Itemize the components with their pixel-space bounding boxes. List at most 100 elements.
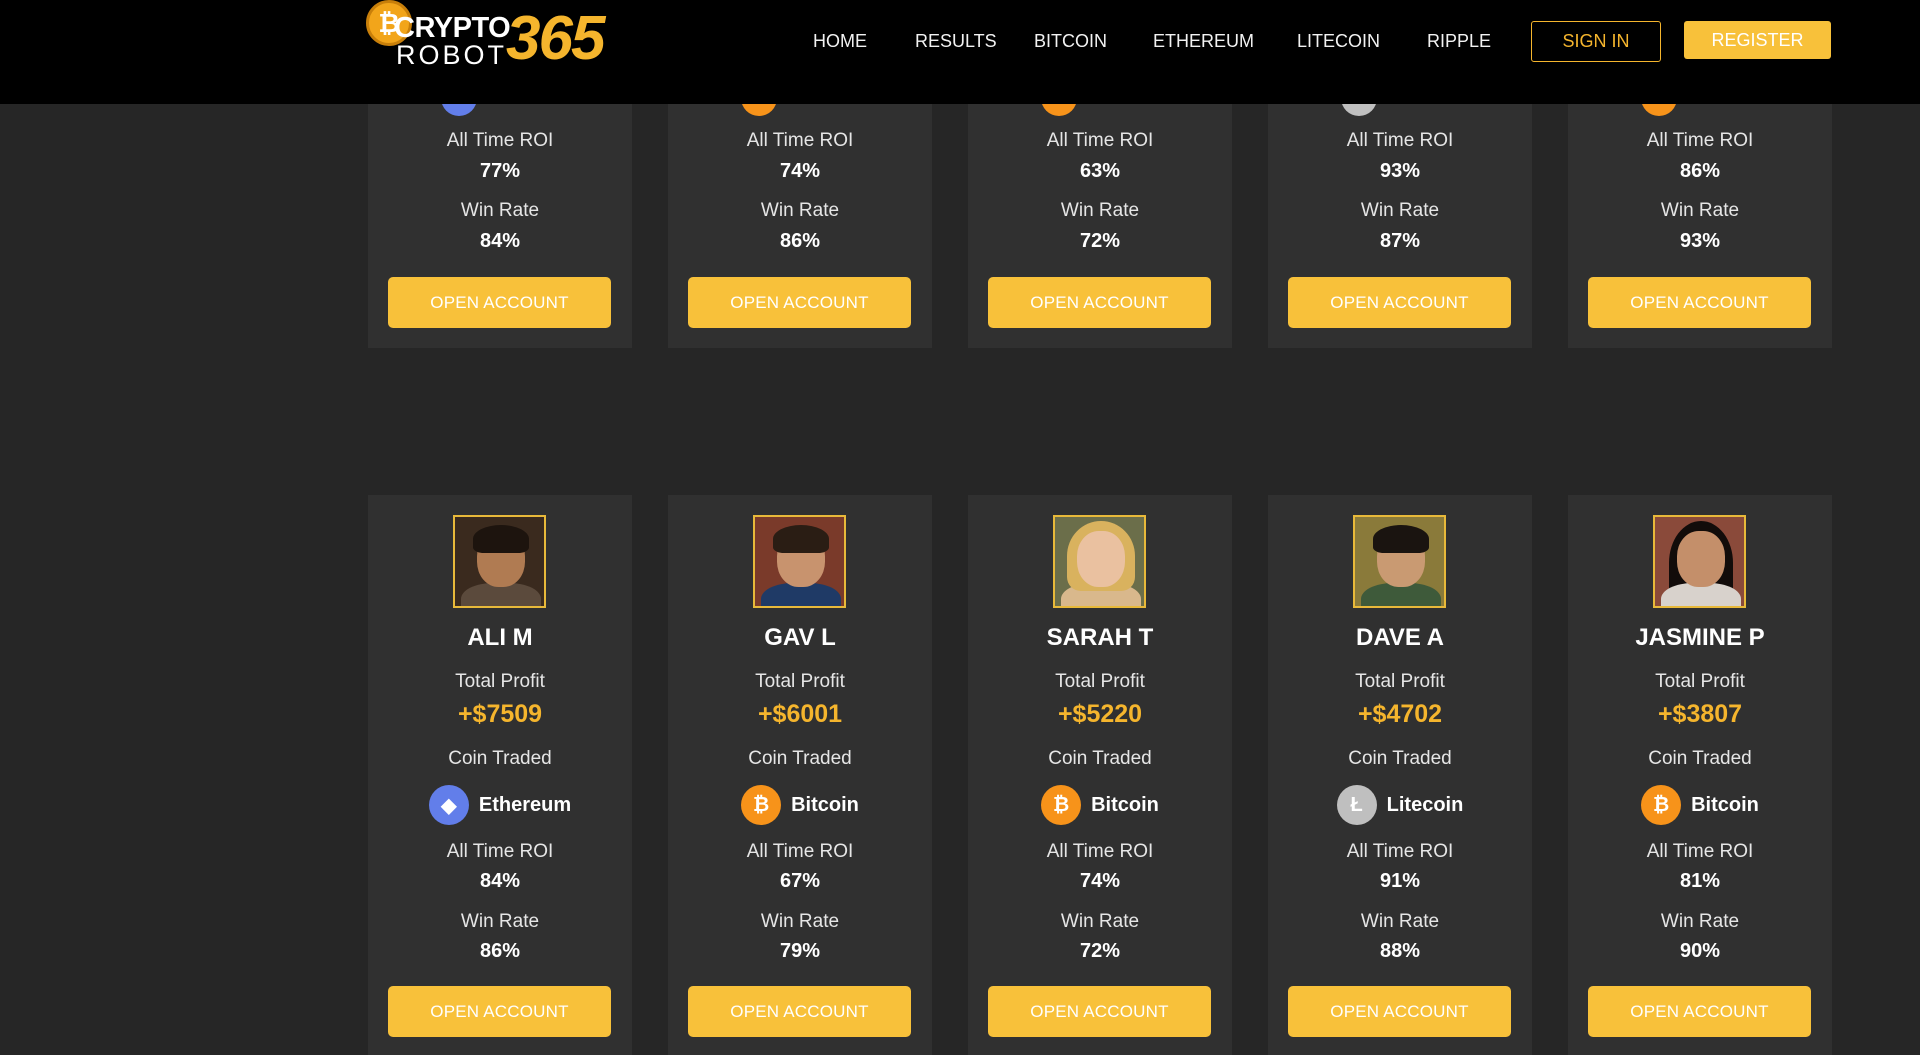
total-profit-label: Total Profit bbox=[755, 671, 845, 692]
site-header: ₿ CRYPTO ROBOT 365 HOME RESULTS BITCOIN … bbox=[0, 0, 1920, 104]
roi-label: All Time ROI bbox=[746, 130, 854, 151]
win-rate-label: Win Rate bbox=[1660, 200, 1740, 221]
trader-card: All Time ROI 86% Win Rate 93% OPEN ACCOU… bbox=[1568, 80, 1832, 348]
coin-traded-label: Coin Traded bbox=[1048, 748, 1152, 769]
coin-name: Litecoin bbox=[1386, 793, 1464, 816]
trader-card: All Time ROI 63% Win Rate 72% OPEN ACCOU… bbox=[968, 80, 1232, 348]
open-account-button[interactable]: OPEN ACCOUNT bbox=[688, 986, 911, 1037]
open-account-button[interactable]: OPEN ACCOUNT bbox=[988, 986, 1211, 1037]
trader-avatar bbox=[453, 515, 546, 608]
register-button[interactable]: REGISTER bbox=[1684, 21, 1831, 59]
win-rate-label: Win Rate bbox=[1660, 911, 1740, 932]
win-rate-value: 84% bbox=[479, 230, 521, 252]
roi-value: 74% bbox=[779, 160, 821, 182]
ethereum-icon: ◆ bbox=[428, 785, 469, 825]
trader-card-jasmine-p: JASMINE P Total Profit +$3807 Coin Trade… bbox=[1568, 495, 1832, 1055]
win-rate-label: Win Rate bbox=[1060, 200, 1140, 221]
trader-name: DAVE A bbox=[1355, 624, 1444, 651]
coin-name: Bitcoin bbox=[1091, 793, 1159, 816]
coin-traded: ₿ Bitcoin bbox=[668, 785, 932, 825]
open-account-button[interactable]: OPEN ACCOUNT bbox=[688, 277, 911, 328]
total-profit-value: +$4702 bbox=[1357, 700, 1443, 728]
trader-avatar bbox=[753, 515, 846, 608]
roi-value: 67% bbox=[779, 870, 821, 892]
trader-card-ali-m: ALI M Total Profit +$7509 Coin Traded ◆ … bbox=[368, 495, 632, 1055]
site-logo[interactable]: ₿ CRYPTO ROBOT 365 bbox=[366, 0, 606, 72]
total-profit-value: +$3807 bbox=[1657, 700, 1743, 728]
coin-traded: ₿ Bitcoin bbox=[1568, 785, 1832, 825]
roi-label: All Time ROI bbox=[746, 841, 854, 862]
roi-label: All Time ROI bbox=[1646, 130, 1754, 151]
coin-traded-label: Coin Traded bbox=[448, 748, 552, 769]
win-rate-value: 93% bbox=[1679, 230, 1721, 252]
open-account-button[interactable]: OPEN ACCOUNT bbox=[1288, 986, 1511, 1037]
trader-name: ALI M bbox=[467, 624, 533, 651]
bitcoin-icon: ₿ bbox=[1641, 785, 1682, 825]
roi-value: 74% bbox=[1079, 870, 1121, 892]
nav-home[interactable]: HOME bbox=[813, 30, 867, 52]
roi-value: 86% bbox=[1679, 160, 1721, 182]
trader-card: All Time ROI 74% Win Rate 86% OPEN ACCOU… bbox=[668, 80, 932, 348]
win-rate-label: Win Rate bbox=[1060, 911, 1140, 932]
roi-label: All Time ROI bbox=[446, 130, 554, 151]
total-profit-value: +$5220 bbox=[1057, 700, 1143, 728]
trader-card-sarah-t: SARAH T Total Profit +$5220 Coin Traded … bbox=[968, 495, 1232, 1055]
open-account-button[interactable]: OPEN ACCOUNT bbox=[1288, 277, 1511, 328]
roi-label: All Time ROI bbox=[1346, 130, 1454, 151]
total-profit-value: +$6001 bbox=[757, 700, 843, 728]
logo-text-robot: ROBOT bbox=[396, 40, 508, 70]
open-account-button[interactable]: OPEN ACCOUNT bbox=[1588, 986, 1811, 1037]
win-rate-label: Win Rate bbox=[1360, 911, 1440, 932]
win-rate-label: Win Rate bbox=[760, 911, 840, 932]
sign-in-button[interactable]: SIGN IN bbox=[1531, 21, 1661, 62]
trader-name: GAV L bbox=[764, 624, 836, 651]
trader-avatar bbox=[1653, 515, 1746, 608]
roi-value: 63% bbox=[1079, 160, 1121, 182]
win-rate-value: 79% bbox=[779, 940, 821, 962]
trader-card: All Time ROI 77% Win Rate 84% OPEN ACCOU… bbox=[368, 80, 632, 348]
total-profit-label: Total Profit bbox=[1055, 671, 1145, 692]
win-rate-value: 72% bbox=[1079, 940, 1121, 962]
win-rate-label: Win Rate bbox=[760, 200, 840, 221]
roi-value: 84% bbox=[479, 870, 521, 892]
nav-bitcoin[interactable]: BITCOIN bbox=[1034, 30, 1107, 52]
coin-traded: ₿ Bitcoin bbox=[968, 785, 1232, 825]
roi-value: 81% bbox=[1679, 870, 1721, 892]
open-account-button[interactable]: OPEN ACCOUNT bbox=[388, 986, 611, 1037]
trader-card: All Time ROI 93% Win Rate 87% OPEN ACCOU… bbox=[1268, 80, 1532, 348]
nav-ripple[interactable]: RIPPLE bbox=[1427, 30, 1491, 52]
roi-value: 77% bbox=[479, 160, 521, 182]
logo-text-number: 365 bbox=[506, 4, 605, 73]
win-rate-value: 86% bbox=[479, 940, 521, 962]
coin-traded: ◆ Ethereum bbox=[368, 785, 632, 825]
open-account-button[interactable]: OPEN ACCOUNT bbox=[388, 277, 611, 328]
nav-litecoin[interactable]: LITECOIN bbox=[1297, 30, 1380, 52]
nav-ethereum[interactable]: ETHEREUM bbox=[1153, 30, 1254, 52]
trader-name: SARAH T bbox=[1046, 624, 1154, 651]
open-account-button[interactable]: OPEN ACCOUNT bbox=[1588, 277, 1811, 328]
open-account-button[interactable]: OPEN ACCOUNT bbox=[988, 277, 1211, 328]
roi-label: All Time ROI bbox=[446, 841, 554, 862]
bitcoin-icon: ₿ bbox=[1041, 785, 1082, 825]
roi-value: 91% bbox=[1379, 870, 1421, 892]
total-profit-label: Total Profit bbox=[455, 671, 545, 692]
coin-name: Bitcoin bbox=[791, 793, 859, 816]
win-rate-value: 88% bbox=[1379, 940, 1421, 962]
roi-value: 93% bbox=[1379, 160, 1421, 182]
coin-traded-label: Coin Traded bbox=[1348, 748, 1452, 769]
trader-card-dave-a: DAVE A Total Profit +$4702 Coin Traded Ł… bbox=[1268, 495, 1532, 1055]
coin-traded: Ł Litecoin bbox=[1268, 785, 1532, 825]
coin-name: Bitcoin bbox=[1691, 793, 1759, 816]
trader-avatar bbox=[1353, 515, 1446, 608]
total-profit-label: Total Profit bbox=[1355, 671, 1445, 692]
win-rate-value: 90% bbox=[1679, 940, 1721, 962]
litecoin-icon: Ł bbox=[1336, 785, 1377, 825]
coin-traded-label: Coin Traded bbox=[748, 748, 852, 769]
win-rate-label: Win Rate bbox=[1360, 200, 1440, 221]
win-rate-value: 72% bbox=[1079, 230, 1121, 252]
trader-name: JASMINE P bbox=[1635, 624, 1765, 651]
nav-results[interactable]: RESULTS bbox=[915, 30, 997, 52]
coin-name: Ethereum bbox=[478, 793, 572, 816]
roi-label: All Time ROI bbox=[1046, 841, 1154, 862]
win-rate-value: 87% bbox=[1379, 230, 1421, 252]
